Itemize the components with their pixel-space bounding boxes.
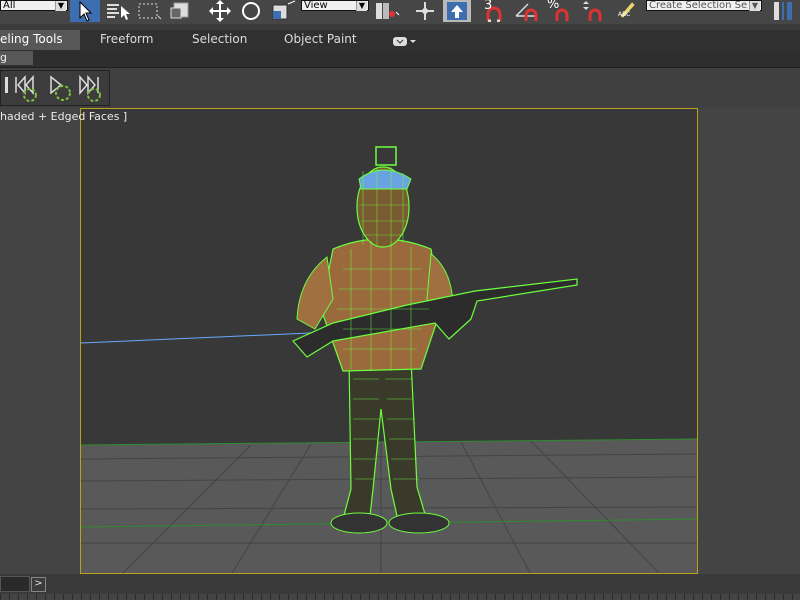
chevron-down-icon: ▼ [356,1,367,11]
step-forward-loop-icon [79,75,101,102]
chevron-down-icon: ▼ [749,1,760,11]
percent-snap-label: % [547,0,560,12]
snaps-3-label: 3 [484,0,493,13]
select-object-button[interactable] [70,0,100,22]
viewport-scene [81,146,697,573]
perspective-viewport[interactable] [80,108,698,574]
snaps-toggle-button[interactable]: 3 [480,0,510,23]
step-back-loop-icon [15,75,37,102]
select-list-icon [107,4,130,20]
track-bar-ruler[interactable] [0,594,800,600]
window-crossing-button[interactable] [168,0,194,22]
keyboard-override-icon [447,2,467,20]
angle-snap-button[interactable] [512,0,542,22]
spinner-snap-icon [583,1,602,21]
tab-selection[interactable]: Selection [192,30,247,50]
keyboard-shortcut-override-button[interactable] [443,0,471,22]
panel-label[interactable]: g [0,51,33,65]
ribbon-options-button[interactable] [393,33,417,46]
tab-label: Freeform [100,32,154,46]
previous-mode-button[interactable] [13,73,41,103]
mirror-icon [774,2,792,20]
main-toolbar: All ▼ View ▼ 3 % ABC Create Selection Se… [0,0,800,24]
blue-axis-line [81,332,312,344]
scale-button[interactable] [270,0,300,22]
loop-mode-button[interactable] [47,73,75,103]
select-manipulate-button[interactable] [410,0,440,22]
loop-icon [50,75,71,101]
selection-filter-dropdown[interactable]: All ▼ [0,0,68,11]
chevron-down-icon: ▼ [55,1,66,11]
reference-coord-dropdown[interactable]: View ▼ [301,0,369,11]
move-button[interactable] [205,0,235,22]
tools-group [0,70,110,106]
abc-label: ABC [618,11,631,18]
named-selection-input: Create Selection Se [649,0,748,11]
mirror-button[interactable] [770,0,800,22]
next-mode-button[interactable] [77,73,105,103]
tab-label: eling Tools [0,32,63,46]
left-panel [0,108,80,574]
rect-region-icon [138,3,162,20]
edit-named-selections-button[interactable]: ABC [612,0,642,22]
move-arrows-icon [209,0,231,22]
ribbon-subbar [0,50,800,68]
time-slider[interactable] [0,576,30,592]
window-crossing-icon [170,2,189,19]
next-frame-button[interactable]: > [31,577,46,592]
scale-icon [272,0,296,20]
tab-modeling-tools[interactable]: eling Tools [0,30,80,50]
pivot-center-icon [376,3,400,19]
selection-filter-value: All [3,0,16,11]
pivot-center-button[interactable] [373,0,403,22]
helmet-gizmo [375,146,397,166]
spinner-snap-button[interactable] [578,0,608,22]
viewport-label[interactable]: haded + Edged Faces ] [0,110,127,123]
rect-selection-button[interactable] [136,0,164,22]
next-frame-label: > [34,578,43,589]
ribbon-options-icon [393,37,416,46]
percent-snap-button[interactable]: % [545,0,575,22]
tab-label: Selection [192,32,248,46]
rotate-icon [242,2,260,20]
ribbon-tools-row [0,68,800,108]
tab-object-paint[interactable]: Object Paint [284,30,357,50]
reference-coord-value: View [304,0,328,11]
rotate-button[interactable] [238,0,266,22]
named-selection-dropdown[interactable]: Create Selection Se ▼ [646,0,762,11]
divider [5,77,8,93]
tab-label: Object Paint [284,32,357,46]
panel-label-text: g [0,51,7,64]
cursor-arrow-icon [79,0,93,22]
right-panel [698,108,800,574]
select-by-name-button[interactable] [104,0,132,22]
angle-snap-icon [515,3,538,21]
manipulate-icon [416,2,434,20]
tab-freeform[interactable]: Freeform [100,30,153,50]
